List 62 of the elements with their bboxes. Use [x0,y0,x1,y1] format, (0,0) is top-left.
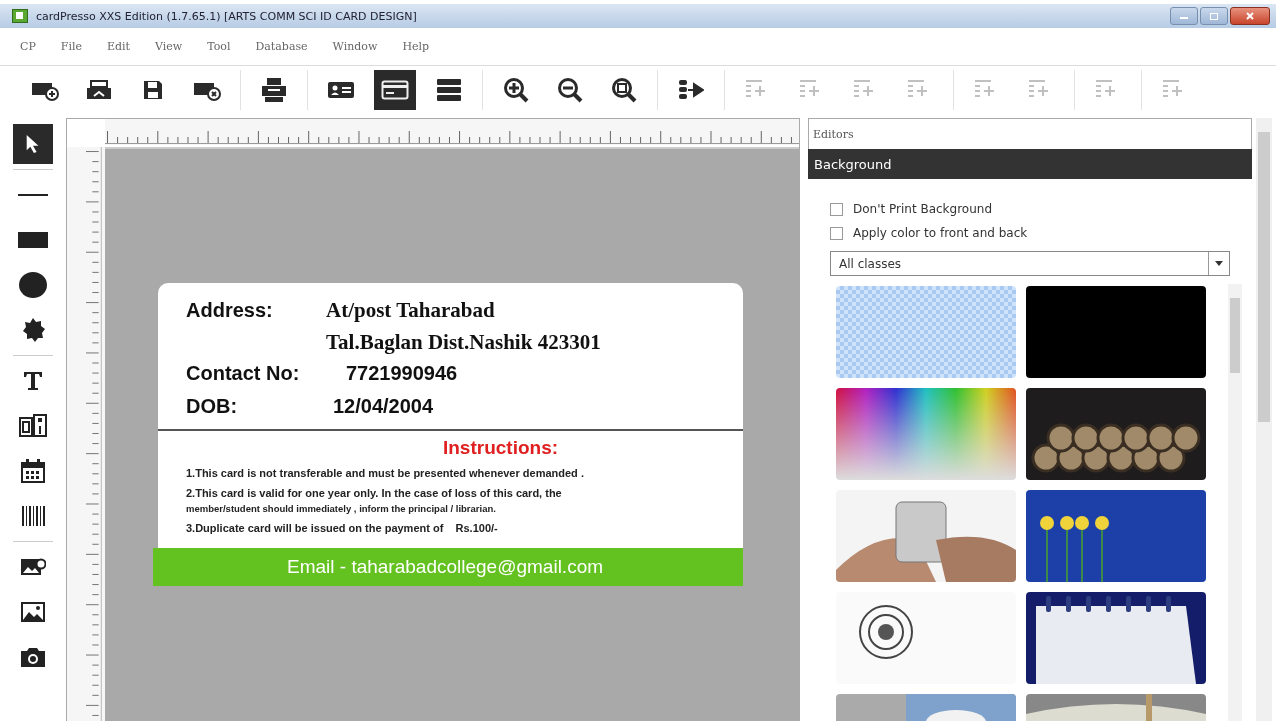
text-icon [23,371,43,391]
address-label: Address: [186,299,274,322]
menu-item[interactable]: Window [332,40,378,53]
circle-icon [19,272,47,298]
counter-icon [19,414,47,438]
dob-label: DOB: [186,395,239,418]
toolbar-button[interactable] [374,70,416,110]
checkbox-label: Don't Print Background [853,202,992,216]
line-icon [18,193,48,197]
instructions-heading: Instructions: [442,437,559,459]
contact-number: 7721990946 [346,361,458,386]
printer-icon [261,77,287,103]
scrollbar[interactable] [1228,284,1242,721]
menu-item[interactable]: File [60,40,82,53]
checkbox[interactable] [830,202,843,216]
instruction-text: 2.This card is valid for one year only. In the case of loss of this card, the [185,487,563,499]
menu-item[interactable]: CP [20,40,36,53]
contact-label: Contact No: [186,362,301,385]
image-link-icon [20,556,46,578]
minimize-button[interactable] [1170,7,1198,25]
printer-icon [86,79,112,101]
plug-icon [678,78,704,102]
transparent-background-thumbnail[interactable] [836,286,1016,378]
menu-item[interactable]: Tool [207,40,231,53]
close-icon [1245,12,1255,20]
gradient-thumbnail[interactable] [836,388,1016,480]
calendar-icon [21,459,45,483]
checkbox[interactable] [830,226,843,240]
image-icon [20,601,46,623]
list-icon [436,78,462,102]
class-dropdown[interactable]: All classes [830,251,1230,276]
card-back-icon [381,79,409,101]
barcode-icon [21,506,45,526]
instruction-text: 1.This card is not transferable and must be presented whenever demanded . [185,467,585,479]
rectangle-icon [18,232,48,248]
tool-button[interactable] [13,124,53,164]
checkbox-label: Apply color to front and back [853,226,1028,240]
menu-item[interactable]: View [155,40,183,53]
instruction-text: member/student should immediately , inform the principal / librarian. [185,503,497,514]
maximize-button[interactable] [1200,7,1228,25]
id-card-icon [327,80,355,100]
section-header[interactable]: Background [808,149,1252,179]
close-button[interactable] [1230,7,1270,25]
zoom-fit-icon [611,77,637,103]
camera-icon [20,646,46,668]
solid-fill-thumbnail[interactable] [1026,286,1206,378]
menu-item[interactable]: Edit [107,40,131,53]
zoom-in-icon [503,77,529,103]
zoom-out-icon [557,77,583,103]
dropdown-arrow-icon [1215,261,1223,266]
email-text: Email - taharabadcollege@gmail.com [287,556,604,578]
menu-item[interactable]: Database [255,40,308,53]
instruction-text: 3.Duplicate card will be issued on the payment of Rs.100/- [185,522,499,534]
address-text: Tal.Baglan Dist.Nashik 423301 [326,329,601,356]
window-title: cardPresso XXS Edition (1.7.65.1) [ARTS COMM SCI ID CARD DESIGN] [36,9,418,23]
menu-item[interactable]: Help [402,40,430,53]
address-text: At/post Taharabad [326,297,496,324]
starburst-icon [21,318,45,342]
app-icon [12,9,28,23]
maximize-icon [1209,12,1219,20]
scrollbar[interactable] [1256,118,1272,721]
dob-value: 12/04/2004 [333,394,434,419]
